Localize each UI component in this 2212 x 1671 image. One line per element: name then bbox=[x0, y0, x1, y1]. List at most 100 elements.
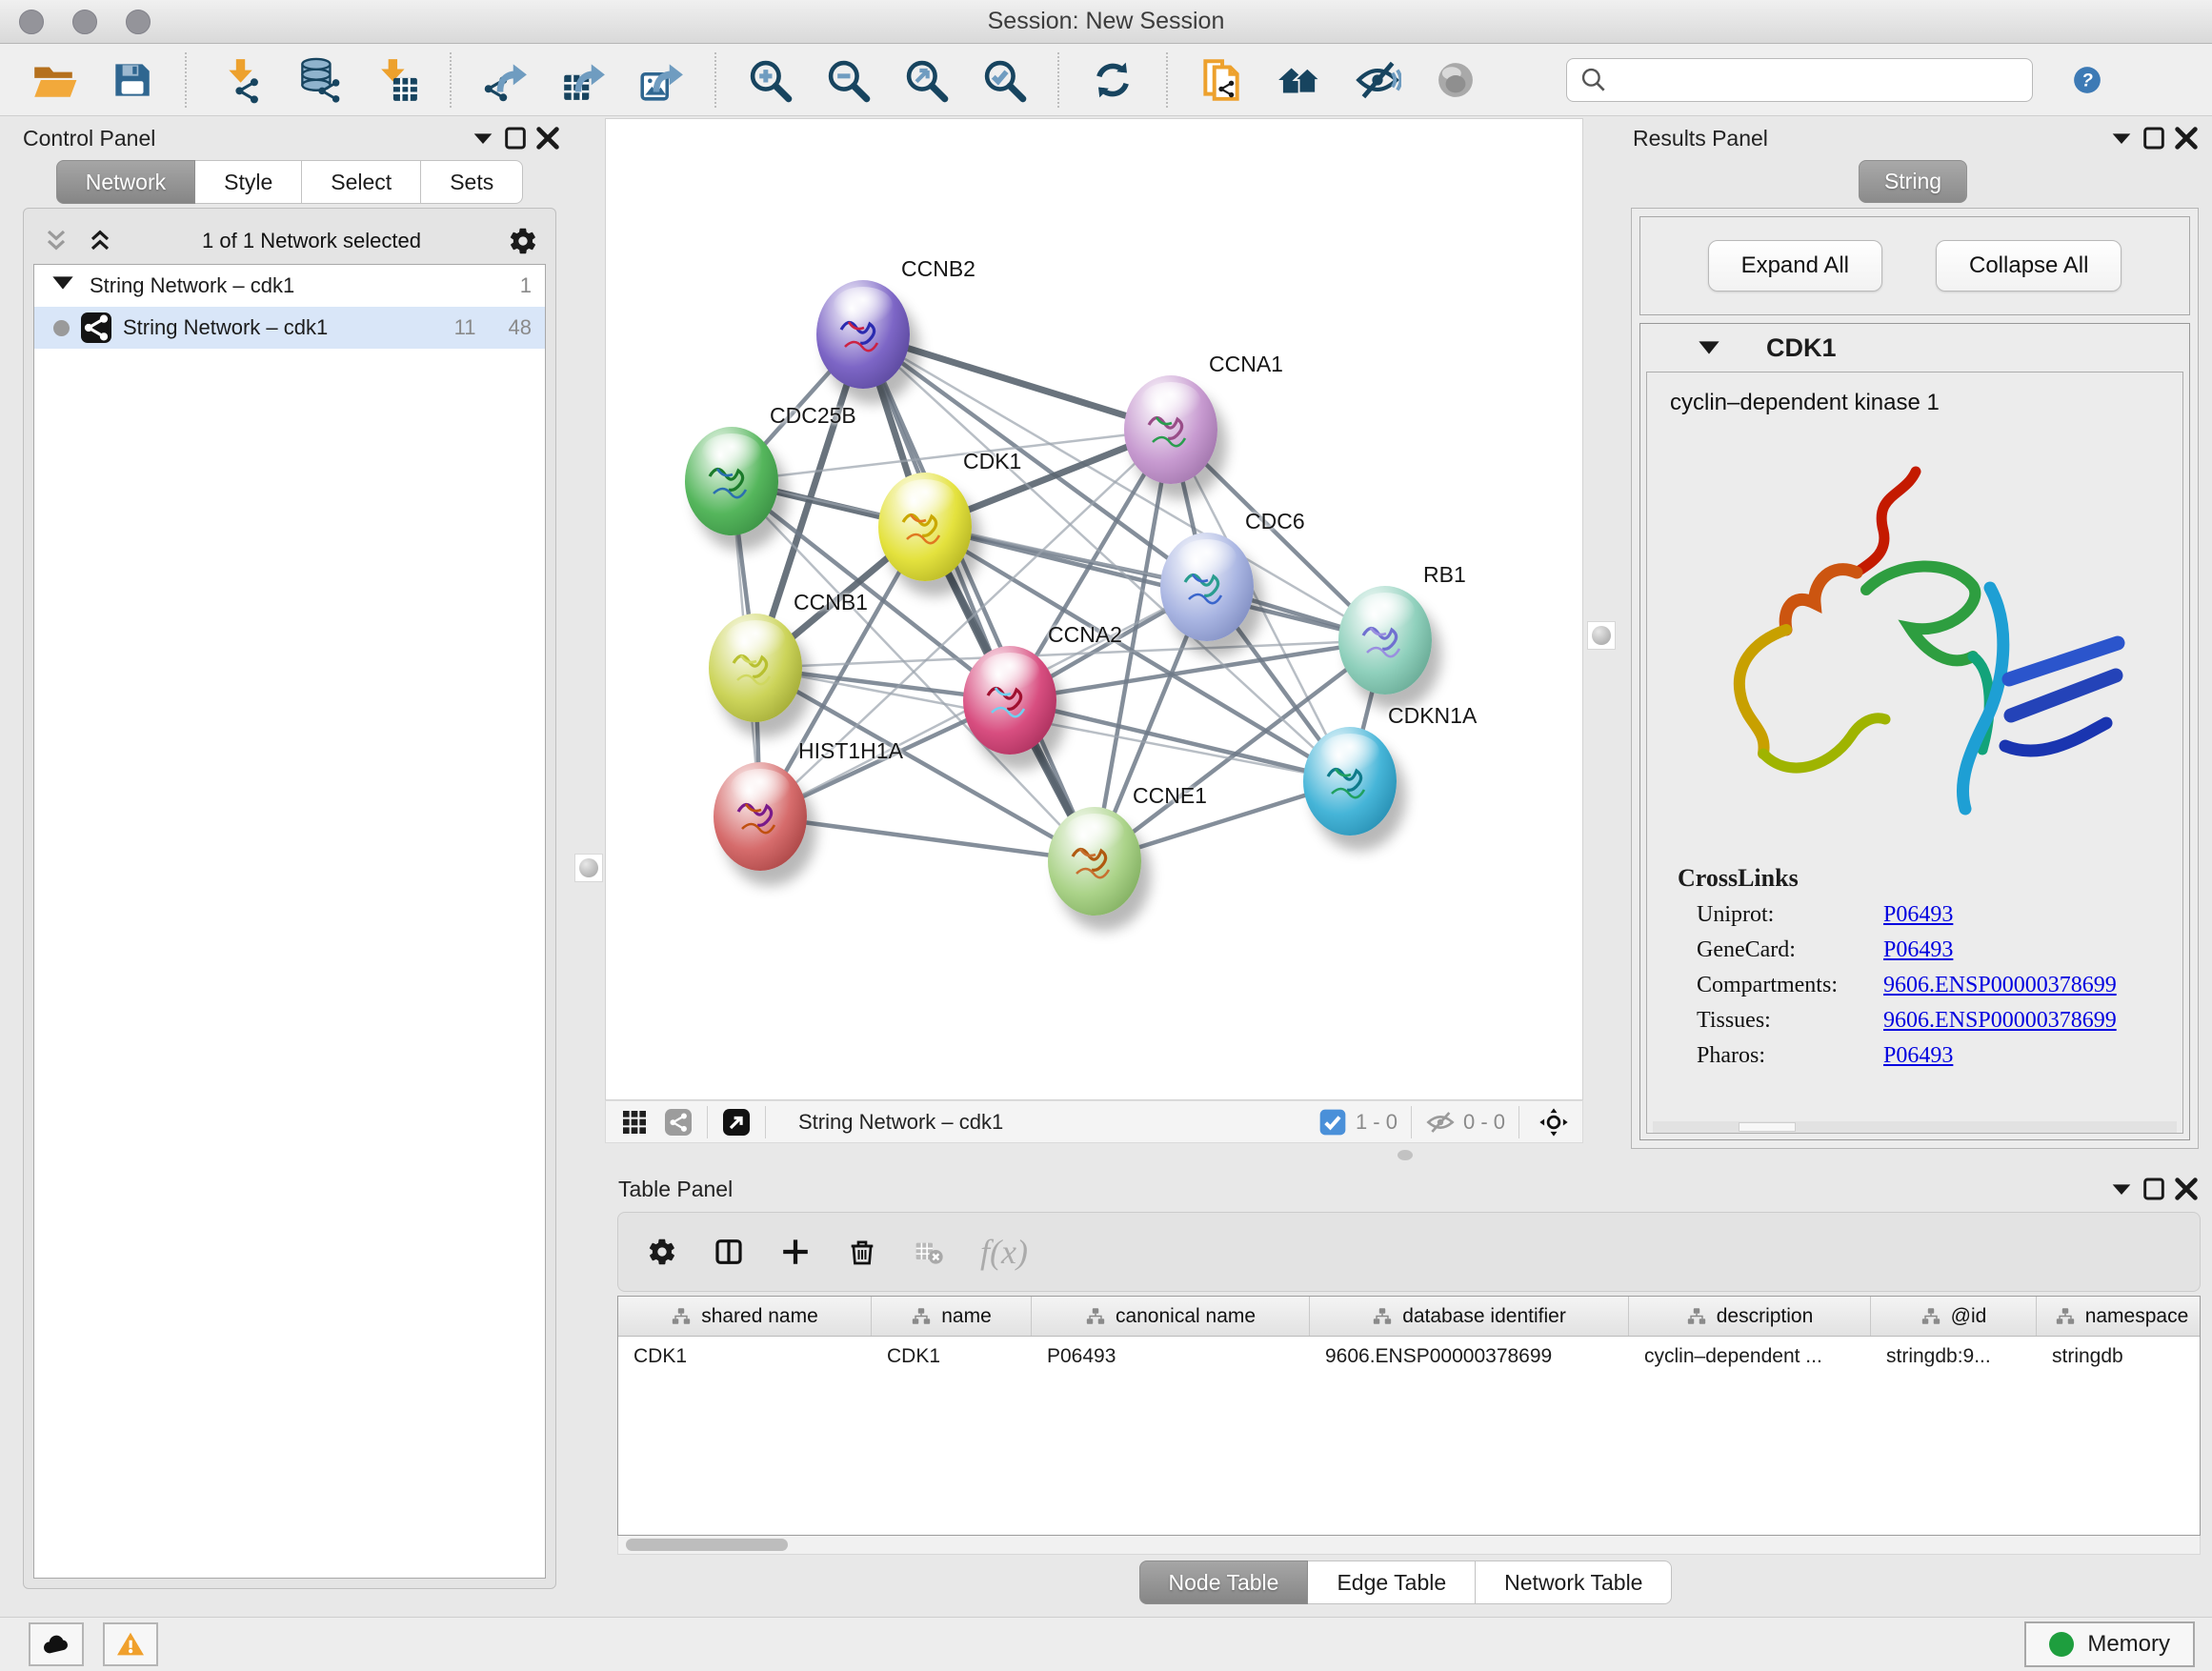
tab-network-table[interactable]: Network Table bbox=[1476, 1560, 1672, 1604]
bottom-splitter-handle[interactable] bbox=[1398, 1150, 1413, 1160]
panel-close-button[interactable] bbox=[2170, 124, 2202, 152]
hidden-eye-icon[interactable] bbox=[1425, 1107, 1456, 1137]
network-node-ccnb1[interactable] bbox=[709, 614, 802, 722]
column-header-name[interactable]: name bbox=[872, 1297, 1032, 1336]
export-network-button[interactable] bbox=[478, 53, 532, 107]
cloud-status-button[interactable] bbox=[29, 1622, 84, 1666]
network-node-rb1[interactable] bbox=[1338, 586, 1432, 695]
table-cell[interactable]: stringdb:9... bbox=[1871, 1337, 2037, 1377]
left-splitter-handle[interactable] bbox=[574, 854, 603, 882]
expand-all-icon[interactable] bbox=[85, 226, 115, 256]
import-table-button[interactable] bbox=[370, 53, 423, 107]
panel-float-button[interactable] bbox=[499, 124, 532, 152]
table-settings-icon[interactable] bbox=[647, 1237, 677, 1267]
network-node-ccna1[interactable] bbox=[1124, 375, 1217, 484]
network-collection-row[interactable]: String Network – cdk1 1 bbox=[34, 265, 545, 307]
table-row[interactable]: CDK1CDK1P064939606.ENSP00000378699cyclin… bbox=[618, 1337, 2200, 1377]
column-header--id[interactable]: @id bbox=[1871, 1297, 2037, 1336]
hide-selected-button[interactable] bbox=[1351, 53, 1404, 107]
column-header-description[interactable]: description bbox=[1629, 1297, 1871, 1336]
search-input[interactable] bbox=[1617, 68, 2021, 92]
close-window-button[interactable] bbox=[19, 10, 44, 34]
refresh-button[interactable] bbox=[1086, 53, 1139, 107]
network-node-cdc6[interactable] bbox=[1160, 533, 1254, 641]
expand-all-button[interactable]: Expand All bbox=[1708, 240, 1882, 292]
right-splitter-handle[interactable] bbox=[1587, 621, 1616, 650]
save-session-button[interactable] bbox=[105, 53, 158, 107]
network-node-cdc25b[interactable] bbox=[685, 427, 778, 535]
minimize-window-button[interactable] bbox=[72, 10, 97, 34]
gear-icon[interactable] bbox=[508, 226, 538, 256]
node-table[interactable]: shared namenamecanonical namedatabase id… bbox=[617, 1296, 2201, 1536]
delete-column-icon[interactable] bbox=[847, 1237, 877, 1267]
zoom-fit-button[interactable] bbox=[899, 53, 953, 107]
memory-button[interactable]: Memory bbox=[2024, 1621, 2195, 1667]
show-columns-icon[interactable] bbox=[714, 1237, 744, 1267]
table-cell[interactable]: P06493 bbox=[1032, 1337, 1310, 1377]
selected-checkbox-icon[interactable] bbox=[1317, 1107, 1348, 1137]
zoom-out-button[interactable] bbox=[821, 53, 875, 107]
entry-header[interactable]: CDK1 bbox=[1640, 324, 2189, 372]
birdseye-navigator-icon[interactable] bbox=[1538, 1107, 1569, 1137]
first-neighbors-button[interactable] bbox=[1273, 53, 1326, 107]
network-node-ccnb2[interactable] bbox=[816, 280, 910, 389]
tab-network[interactable]: Network bbox=[56, 160, 195, 204]
tree-expand-caret[interactable] bbox=[48, 268, 78, 304]
column-header-database-identifier[interactable]: database identifier bbox=[1310, 1297, 1629, 1336]
tab-edge-table[interactable]: Edge Table bbox=[1308, 1560, 1476, 1604]
crosslink-link[interactable]: P06493 bbox=[1883, 937, 1953, 963]
import-network-button[interactable] bbox=[213, 53, 267, 107]
panel-collapse-button[interactable] bbox=[2105, 1175, 2138, 1203]
crosslink-link[interactable]: 9606.ENSP00000378699 bbox=[1883, 1008, 2117, 1034]
panel-collapse-button[interactable] bbox=[2105, 124, 2138, 152]
zoom-in-button[interactable] bbox=[743, 53, 796, 107]
results-hscroll[interactable] bbox=[1653, 1121, 2177, 1133]
export-table-button[interactable] bbox=[556, 53, 610, 107]
table-cell[interactable]: stringdb bbox=[2037, 1337, 2201, 1377]
network-node-hist1h1a[interactable] bbox=[714, 762, 807, 871]
tab-sets[interactable]: Sets bbox=[421, 160, 523, 204]
panel-collapse-button[interactable] bbox=[467, 124, 499, 152]
crosslink-link[interactable]: P06493 bbox=[1883, 902, 1953, 928]
table-cell[interactable]: cyclin–dependent ... bbox=[1629, 1337, 1871, 1377]
help-button[interactable]: ? bbox=[2065, 58, 2109, 102]
import-from-database-button[interactable] bbox=[292, 53, 345, 107]
panel-float-button[interactable] bbox=[2138, 124, 2170, 152]
column-header-canonical-name[interactable]: canonical name bbox=[1032, 1297, 1310, 1336]
show-all-button[interactable] bbox=[1429, 53, 1482, 107]
grid-view-icon[interactable] bbox=[619, 1107, 650, 1137]
search-box[interactable] bbox=[1566, 58, 2033, 102]
table-cell[interactable]: CDK1 bbox=[618, 1337, 872, 1377]
table-cell[interactable]: CDK1 bbox=[872, 1337, 1032, 1377]
maximize-window-button[interactable] bbox=[126, 10, 151, 34]
tab-select[interactable]: Select bbox=[302, 160, 421, 204]
open-external-icon[interactable] bbox=[721, 1107, 752, 1137]
panel-float-button[interactable] bbox=[2138, 1175, 2170, 1203]
warnings-button[interactable] bbox=[103, 1622, 158, 1666]
network-edges[interactable] bbox=[606, 119, 1582, 1099]
open-session-button[interactable] bbox=[27, 53, 80, 107]
string-network-badge-icon[interactable] bbox=[663, 1107, 694, 1137]
tab-node-table[interactable]: Node Table bbox=[1139, 1560, 1309, 1604]
collapse-all-icon[interactable] bbox=[41, 226, 71, 256]
table-hscrollbar[interactable] bbox=[617, 1536, 2201, 1555]
network-view-canvas[interactable]: CCNB2 CCNA1 CDC25B CDK1 CDC6 RB1 CCNB1 C… bbox=[605, 118, 1583, 1100]
network-node-ccne1[interactable] bbox=[1048, 807, 1141, 916]
export-image-button[interactable] bbox=[634, 53, 688, 107]
crosslink-link[interactable]: 9606.ENSP00000378699 bbox=[1883, 973, 2117, 998]
panel-close-button[interactable] bbox=[532, 124, 564, 152]
table-hscroll-thumb[interactable] bbox=[626, 1539, 788, 1551]
network-node-cdkn1a[interactable] bbox=[1303, 727, 1397, 836]
zoom-selected-button[interactable] bbox=[977, 53, 1031, 107]
network-node-cdk1[interactable] bbox=[878, 473, 972, 581]
tab-style[interactable]: Style bbox=[195, 160, 302, 204]
crosslink-link[interactable]: P06493 bbox=[1883, 1043, 1953, 1069]
table-cell[interactable]: 9606.ENSP00000378699 bbox=[1310, 1337, 1629, 1377]
collapse-all-button[interactable]: Collapse All bbox=[1936, 240, 2122, 292]
column-header-shared-name[interactable]: shared name bbox=[618, 1297, 872, 1336]
network-row[interactable]: String Network – cdk1 11 48 bbox=[34, 307, 545, 349]
add-column-icon[interactable] bbox=[780, 1237, 811, 1267]
copy-style-button[interactable] bbox=[1195, 53, 1248, 107]
column-header-namespace[interactable]: namespace bbox=[2037, 1297, 2201, 1336]
network-node-ccna2[interactable] bbox=[963, 646, 1056, 755]
